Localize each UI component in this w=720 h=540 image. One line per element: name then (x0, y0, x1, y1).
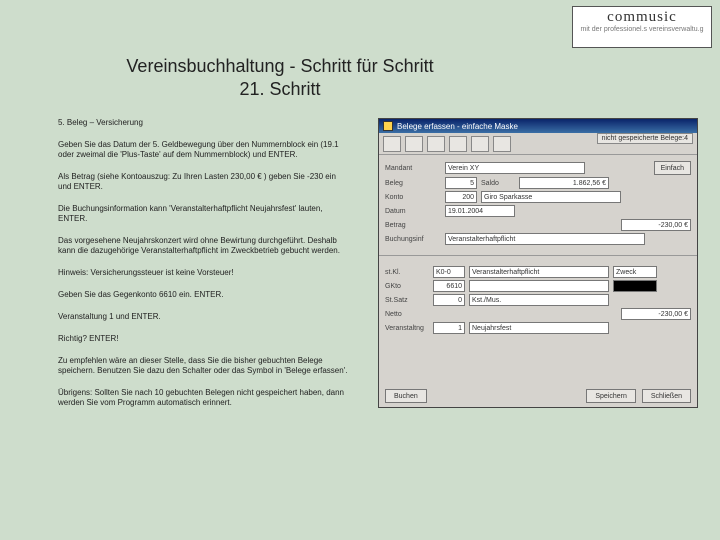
toolbar-button[interactable] (471, 136, 489, 152)
form-panel-lower: st.Kl. K0-0 Veranstalterhaftpflicht Zwec… (379, 260, 697, 340)
label-stsatz: St.Satz (385, 297, 429, 304)
logo-box: commusic mit der professionel.s vereinsv… (572, 6, 712, 48)
para: Übrigens: Sollten Sie nach 10 gebuchten … (58, 388, 348, 408)
field-gkto[interactable]: 6610 (433, 280, 465, 292)
field-zweck2[interactable] (613, 280, 657, 292)
para: Zu empfehlen wäre an dieser Stelle, dass… (58, 356, 348, 376)
app-icon (383, 121, 393, 131)
label-saldo: Saldo (481, 180, 515, 187)
label-gkto: GKto (385, 283, 429, 290)
logo-title: commusic (577, 9, 707, 26)
buchen-button[interactable]: Buchen (385, 389, 427, 403)
label-datum: Datum (385, 208, 441, 215)
label-veranst: Veranstaltng (385, 325, 429, 332)
para: Hinweis: Versicherungssteuer ist keine V… (58, 268, 348, 278)
form-panel-upper: Mandant Verein XY Einfach Beleg 5 Saldo … (379, 155, 697, 251)
toolbar-button[interactable] (405, 136, 423, 152)
label-stkl: st.Kl. (385, 269, 429, 276)
einfach-button[interactable]: Einfach (654, 161, 691, 175)
field-veranst-nr[interactable]: 1 (433, 322, 465, 334)
field-saldo: 1.862,56 € (519, 177, 609, 189)
label-mandant: Mandant (385, 165, 441, 172)
label-netto: Netto (385, 311, 429, 318)
field-info[interactable]: Veranstalterhaftpflicht (445, 233, 645, 245)
field-betrag[interactable]: -230,00 € (621, 219, 691, 231)
para: Als Betrag (siehe Kontoauszug: Zu Ihren … (58, 172, 348, 192)
toolbar-button[interactable] (493, 136, 511, 152)
page-title: Vereinsbuchhaltung - Schritt für Schritt… (0, 55, 560, 102)
para: Veranstaltung 1 und ENTER. (58, 312, 348, 322)
toolbar-button[interactable] (427, 136, 445, 152)
separator (379, 255, 697, 256)
field-mandant[interactable]: Verein XY (445, 162, 585, 174)
button-bar: Buchen Speichern Schließen (379, 389, 697, 403)
para: Geben Sie das Gegenkonto 6610 ein. ENTER… (58, 290, 348, 300)
speichern-button[interactable]: Speichern (586, 389, 636, 403)
para: Richtig? ENTER! (58, 334, 348, 344)
field-netto: -230,00 € (621, 308, 691, 320)
window-title: Belege erfassen - einfache Maske (397, 122, 518, 131)
page-title-line1: Vereinsbuchhaltung - Schritt für Schritt (0, 55, 560, 78)
logo-subtitle: mit der professionel.s vereinsverwaltu.g (577, 26, 707, 34)
para: Geben Sie das Datum der 5. Geldbewegung … (58, 140, 348, 160)
field-kst[interactable]: Kst./Mus. (469, 294, 609, 306)
field-stkl-name[interactable]: Veranstalterhaftpflicht (469, 266, 609, 278)
field-stsatz[interactable]: 0 (433, 294, 465, 306)
para: Das vorgesehene Neujahrskonzert wird ohn… (58, 236, 348, 256)
schliessen-button[interactable]: Schließen (642, 389, 691, 403)
field-datum[interactable]: 19.01.2004 (445, 205, 515, 217)
label-konto: Konto (385, 194, 441, 201)
field-konto-nr[interactable]: 200 (445, 191, 477, 203)
label-betrag: Betrag (385, 222, 441, 229)
titlebar: Belege erfassen - einfache Maske (379, 119, 697, 133)
label-info: Buchungsinf (385, 236, 441, 243)
tab-label[interactable]: nicht gespeicherte Belege:4 (597, 133, 693, 144)
label-beleg: Beleg (385, 180, 441, 187)
field-gkto-name[interactable] (469, 280, 609, 292)
field-zweck[interactable]: Zweck (613, 266, 657, 278)
instruction-text: 5. Beleg – Versicherung Geben Sie das Da… (58, 118, 348, 420)
app-window: Belege erfassen - einfache Maske nicht g… (378, 118, 698, 408)
page-title-line2: 21. Schritt (0, 78, 560, 101)
toolbar-button[interactable] (383, 136, 401, 152)
para: Die Buchungsinformation kann 'Veranstalt… (58, 204, 348, 224)
field-konto-name[interactable]: Giro Sparkasse (481, 191, 621, 203)
field-beleg[interactable]: 5 (445, 177, 477, 189)
toolbar-button[interactable] (449, 136, 467, 152)
field-stkl[interactable]: K0-0 (433, 266, 465, 278)
para-heading: 5. Beleg – Versicherung (58, 118, 348, 128)
field-veranst-name[interactable]: Neujahrsfest (469, 322, 609, 334)
